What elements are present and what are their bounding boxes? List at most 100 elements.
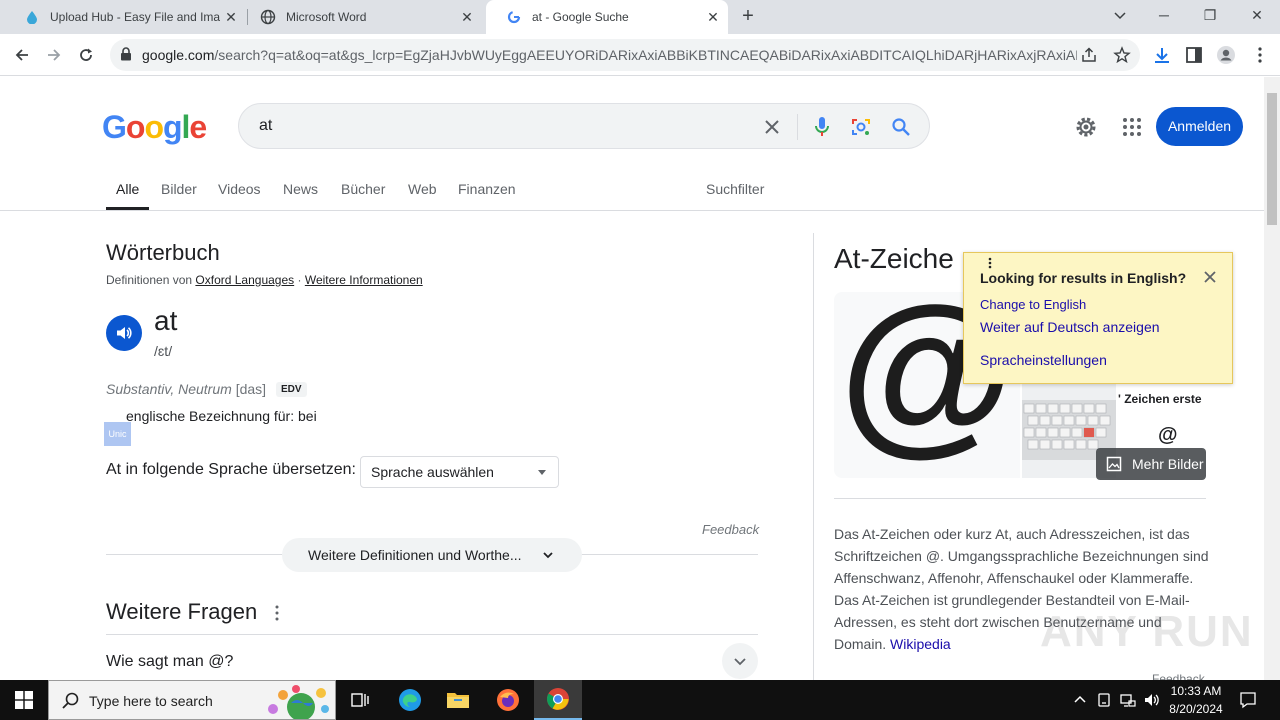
windows-logo-icon — [15, 691, 33, 709]
oxford-languages-link[interactable]: Oxford Languages — [195, 273, 294, 287]
chrome-app-button[interactable] — [534, 680, 582, 720]
tab-web[interactable]: Web — [408, 181, 437, 197]
image-caption: ' Zeichen erste — [1118, 392, 1202, 406]
scrollbar-thumb[interactable] — [1267, 93, 1277, 225]
tab-title: Microsoft Word — [286, 10, 367, 24]
reload-button[interactable] — [74, 43, 98, 67]
search-icon — [62, 692, 79, 709]
knowledge-panel-title: At-Zeiche — [834, 243, 954, 274]
tab-videos[interactable]: Videos — [218, 181, 261, 197]
language-select[interactable]: Sprache auswählen — [360, 456, 559, 488]
browser-tab-strip: Upload Hub - Easy File and Imag ✕ Micros… — [0, 0, 1280, 34]
taskbar-search-box[interactable]: Type here to search — [48, 680, 336, 720]
dictionary-feedback-link[interactable]: Feedback — [702, 522, 759, 537]
tab-finance[interactable]: Finanzen — [458, 181, 516, 197]
dictionary-source: Definitionen von Oxford Languages · Weit… — [106, 273, 423, 287]
tab-news[interactable]: News — [283, 181, 318, 197]
dropdown-caret-icon — [538, 470, 546, 475]
signin-button[interactable]: Anmelden — [1156, 107, 1243, 146]
taskbar-search-placeholder: Type here to search — [89, 693, 213, 709]
clock-date[interactable]: 8/20/2024 — [1166, 702, 1226, 716]
active-tab-indicator — [106, 207, 149, 210]
search-input[interactable]: at — [259, 117, 272, 135]
task-view-icon — [351, 693, 369, 707]
tab-books[interactable]: Bücher — [341, 181, 385, 197]
firefox-app-button[interactable] — [484, 680, 532, 720]
clear-icon[interactable] — [761, 116, 783, 138]
apps-grid-icon[interactable] — [1120, 115, 1144, 139]
new-tab-button[interactable]: + — [738, 6, 758, 28]
more-info-link[interactable]: Weitere Informationen — [305, 273, 423, 287]
forward-button[interactable] — [42, 43, 66, 67]
chevron-up-icon[interactable] — [1072, 692, 1088, 708]
translate-label: At in folgende Sprache übersetzen: — [106, 461, 356, 478]
tab-all[interactable]: Alle — [116, 181, 139, 197]
browser-tab-upload-hub[interactable]: Upload Hub - Easy File and Imag ✕ — [4, 0, 246, 34]
notification-icon[interactable] — [1239, 691, 1257, 709]
close-window-button[interactable]: ✕ — [1245, 4, 1269, 26]
popup-menu-icon[interactable] — [986, 257, 994, 271]
page-scrollbar[interactable] — [1264, 77, 1280, 680]
language-settings-link[interactable]: Spracheinstellungen — [980, 352, 1107, 368]
file-explorer-app-button[interactable] — [434, 680, 482, 720]
google-logo[interactable]: Google — [102, 109, 207, 146]
settings-gear-icon[interactable] — [1074, 115, 1098, 139]
microphone-icon[interactable] — [811, 116, 833, 138]
profile-icon[interactable] — [1216, 45, 1236, 65]
pronunciation-speaker-button[interactable] — [106, 315, 142, 351]
more-images-button[interactable]: Mehr Bilder — [1096, 448, 1206, 480]
tab-images[interactable]: Bilder — [161, 181, 197, 197]
search-filter-button[interactable]: Suchfilter — [706, 181, 764, 197]
edge-app-button[interactable] — [386, 680, 434, 720]
definition-text: englische Bezeichnung für: bei — [126, 408, 317, 424]
continue-german-link[interactable]: Weiter auf Deutsch anzeigen — [980, 319, 1160, 335]
speaker-icon — [117, 327, 132, 339]
side-panel-icon[interactable] — [1184, 45, 1204, 65]
minimize-button[interactable]: ─ — [1152, 4, 1176, 26]
close-tab-icon[interactable]: ✕ — [222, 8, 240, 26]
divider — [106, 634, 758, 635]
search-tabs: Alle Bilder Videos News Bücher Web Finan… — [0, 177, 1264, 211]
search-box[interactable]: at — [238, 103, 930, 149]
domain-tag: EDV — [276, 382, 307, 397]
knowledge-feedback-link[interactable]: Feedback — [1152, 672, 1205, 680]
chevron-down-icon — [543, 552, 553, 559]
clock-time[interactable]: 10:33 AM — [1166, 684, 1226, 698]
image-icon — [1106, 456, 1122, 472]
address-bar[interactable]: google.com/search?q=at&oq=at&gs_lcrp=EgZ… — [110, 39, 1140, 71]
browser-tab-google[interactable]: at - Google Suche ✕ — [486, 0, 728, 34]
close-tab-icon[interactable]: ✕ — [458, 8, 476, 26]
start-button[interactable] — [0, 680, 48, 720]
faq-menu-icon[interactable] — [270, 604, 284, 622]
google-results-page: Google at Anmelden Alle Bilder Videos Ne… — [0, 77, 1264, 680]
edge-icon — [399, 689, 421, 711]
network-icon[interactable] — [1120, 692, 1136, 708]
close-tab-icon[interactable]: ✕ — [704, 8, 722, 26]
faq-question[interactable]: Wie sagt man @? — [106, 653, 233, 671]
back-button[interactable] — [10, 43, 34, 67]
close-icon[interactable] — [1202, 269, 1218, 285]
wikipedia-link[interactable]: Wikipedia — [890, 636, 951, 652]
windows-taskbar: Type here to search 10:33 AM 8/20/2024 — [0, 680, 1280, 720]
tab-search-icon[interactable] — [1108, 4, 1132, 26]
firefox-icon — [497, 689, 519, 711]
change-to-english-link[interactable]: Change to English — [980, 297, 1086, 312]
faq-expand-button[interactable] — [722, 643, 758, 679]
divider — [834, 498, 1206, 499]
bookmark-star-icon[interactable] — [1113, 46, 1131, 64]
network-device-icon[interactable] — [1096, 692, 1112, 708]
lock-icon[interactable] — [120, 47, 132, 66]
share-icon[interactable] — [1080, 46, 1098, 64]
maximize-button[interactable]: ❐ — [1198, 4, 1222, 26]
logo-letter: o — [144, 109, 164, 145]
menu-kebab-icon[interactable] — [1250, 45, 1270, 65]
volume-icon[interactable] — [1144, 692, 1160, 708]
part-of-speech: Substantiv, Neutrum [das] — [106, 381, 267, 397]
lens-camera-icon[interactable] — [850, 116, 872, 138]
download-icon[interactable] — [1152, 45, 1172, 65]
browser-tab-word[interactable]: Microsoft Word ✕ — [240, 0, 482, 34]
search-highlight-globe-icon — [268, 685, 329, 719]
task-view-button[interactable] — [336, 680, 384, 720]
more-definitions-button[interactable]: Weitere Definitionen und Worthe... — [282, 538, 582, 572]
search-icon[interactable] — [890, 116, 912, 138]
